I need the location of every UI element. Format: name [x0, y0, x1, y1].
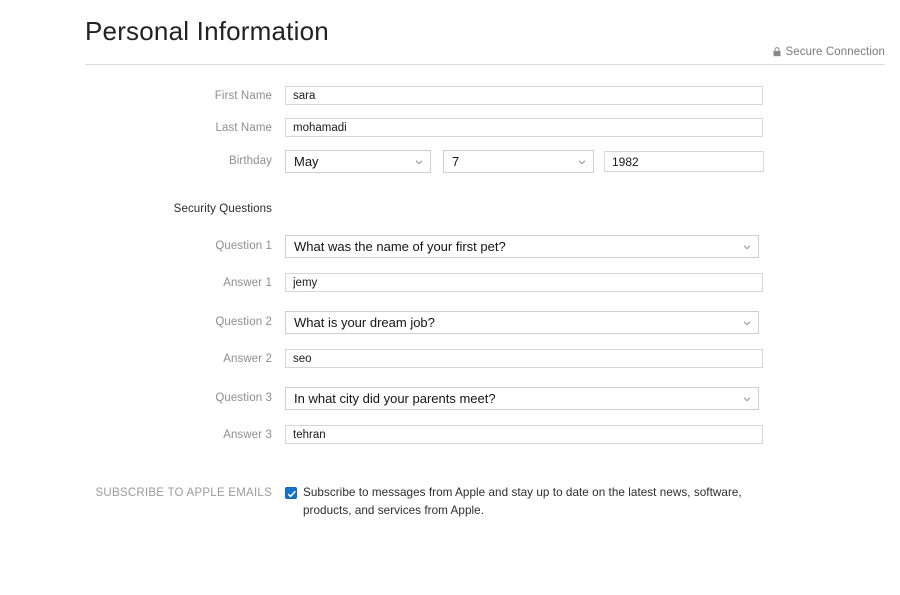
birthday-day-select[interactable]: 7 — [443, 150, 594, 173]
birthday-row: Birthday May 7 — [0, 150, 900, 173]
subscribe-checkbox[interactable] — [285, 487, 297, 499]
page-title: Personal Information — [85, 16, 329, 46]
question-2-label: Question 2 — [215, 316, 272, 328]
question-1-label: Question 1 — [215, 240, 272, 252]
secure-connection-indicator: Secure Connection — [773, 46, 885, 58]
header-divider — [85, 64, 885, 65]
chevron-down-icon — [742, 242, 752, 252]
personal-information-page: Personal Information Secure Connection F… — [0, 0, 900, 595]
subscribe-description: Subscribe to messages from Apple and sta… — [303, 486, 742, 517]
birthday-day-value: 7 — [452, 154, 460, 169]
chevron-down-icon — [742, 394, 752, 404]
question-3-row: Question 3 In what city did your parents… — [0, 387, 900, 410]
first-name-row: First Name — [0, 86, 900, 107]
answer-3-row: Answer 3 — [0, 425, 900, 446]
first-name-input[interactable] — [285, 86, 763, 105]
security-questions-section-header: Security Questions — [0, 200, 900, 218]
question-1-row: Question 1 What was the name of your fir… — [0, 235, 900, 258]
question-3-label: Question 3 — [215, 392, 272, 404]
answer-1-row: Answer 1 — [0, 273, 900, 294]
lock-icon — [773, 47, 781, 57]
answer-2-input[interactable] — [285, 349, 763, 368]
personal-information-form: First Name Last Name Birthday May 7 — [0, 86, 900, 534]
last-name-input[interactable] — [285, 118, 763, 137]
answer-3-label: Answer 3 — [223, 429, 272, 441]
question-3-select[interactable]: In what city did your parents meet? — [285, 387, 759, 410]
first-name-label: First Name — [214, 90, 272, 102]
answer-1-input[interactable] — [285, 273, 763, 292]
check-icon — [287, 490, 296, 498]
question-2-value: What is your dream job? — [294, 315, 435, 330]
birthday-month-value: May — [294, 154, 319, 169]
subscribe-body: Subscribe to messages from Apple and sta… — [285, 484, 765, 520]
secure-connection-label: Secure Connection — [785, 46, 885, 58]
subscribe-section-label: SUBSCRIBE TO APPLE EMAILS — [95, 487, 272, 499]
security-questions-title: Security Questions — [173, 203, 272, 215]
page-header: Personal Information Secure Connection — [85, 14, 885, 62]
question-2-select[interactable]: What is your dream job? — [285, 311, 759, 334]
answer-1-label: Answer 1 — [223, 277, 272, 289]
chevron-down-icon — [742, 318, 752, 328]
chevron-down-icon — [577, 157, 587, 167]
birthday-label: Birthday — [229, 155, 272, 167]
answer-2-label: Answer 2 — [223, 353, 272, 365]
subscribe-section: SUBSCRIBE TO APPLE EMAILS Subscribe to m… — [0, 484, 900, 534]
chevron-down-icon — [414, 157, 424, 167]
question-1-select[interactable]: What was the name of your first pet? — [285, 235, 759, 258]
question-1-value: What was the name of your first pet? — [294, 239, 506, 254]
question-3-value: In what city did your parents meet? — [294, 391, 496, 406]
answer-2-row: Answer 2 — [0, 349, 900, 370]
last-name-row: Last Name — [0, 118, 900, 139]
birthday-month-select[interactable]: May — [285, 150, 431, 173]
birthday-year-input[interactable] — [604, 151, 764, 172]
answer-3-input[interactable] — [285, 425, 763, 444]
question-2-row: Question 2 What is your dream job? — [0, 311, 900, 334]
last-name-label: Last Name — [215, 122, 272, 134]
